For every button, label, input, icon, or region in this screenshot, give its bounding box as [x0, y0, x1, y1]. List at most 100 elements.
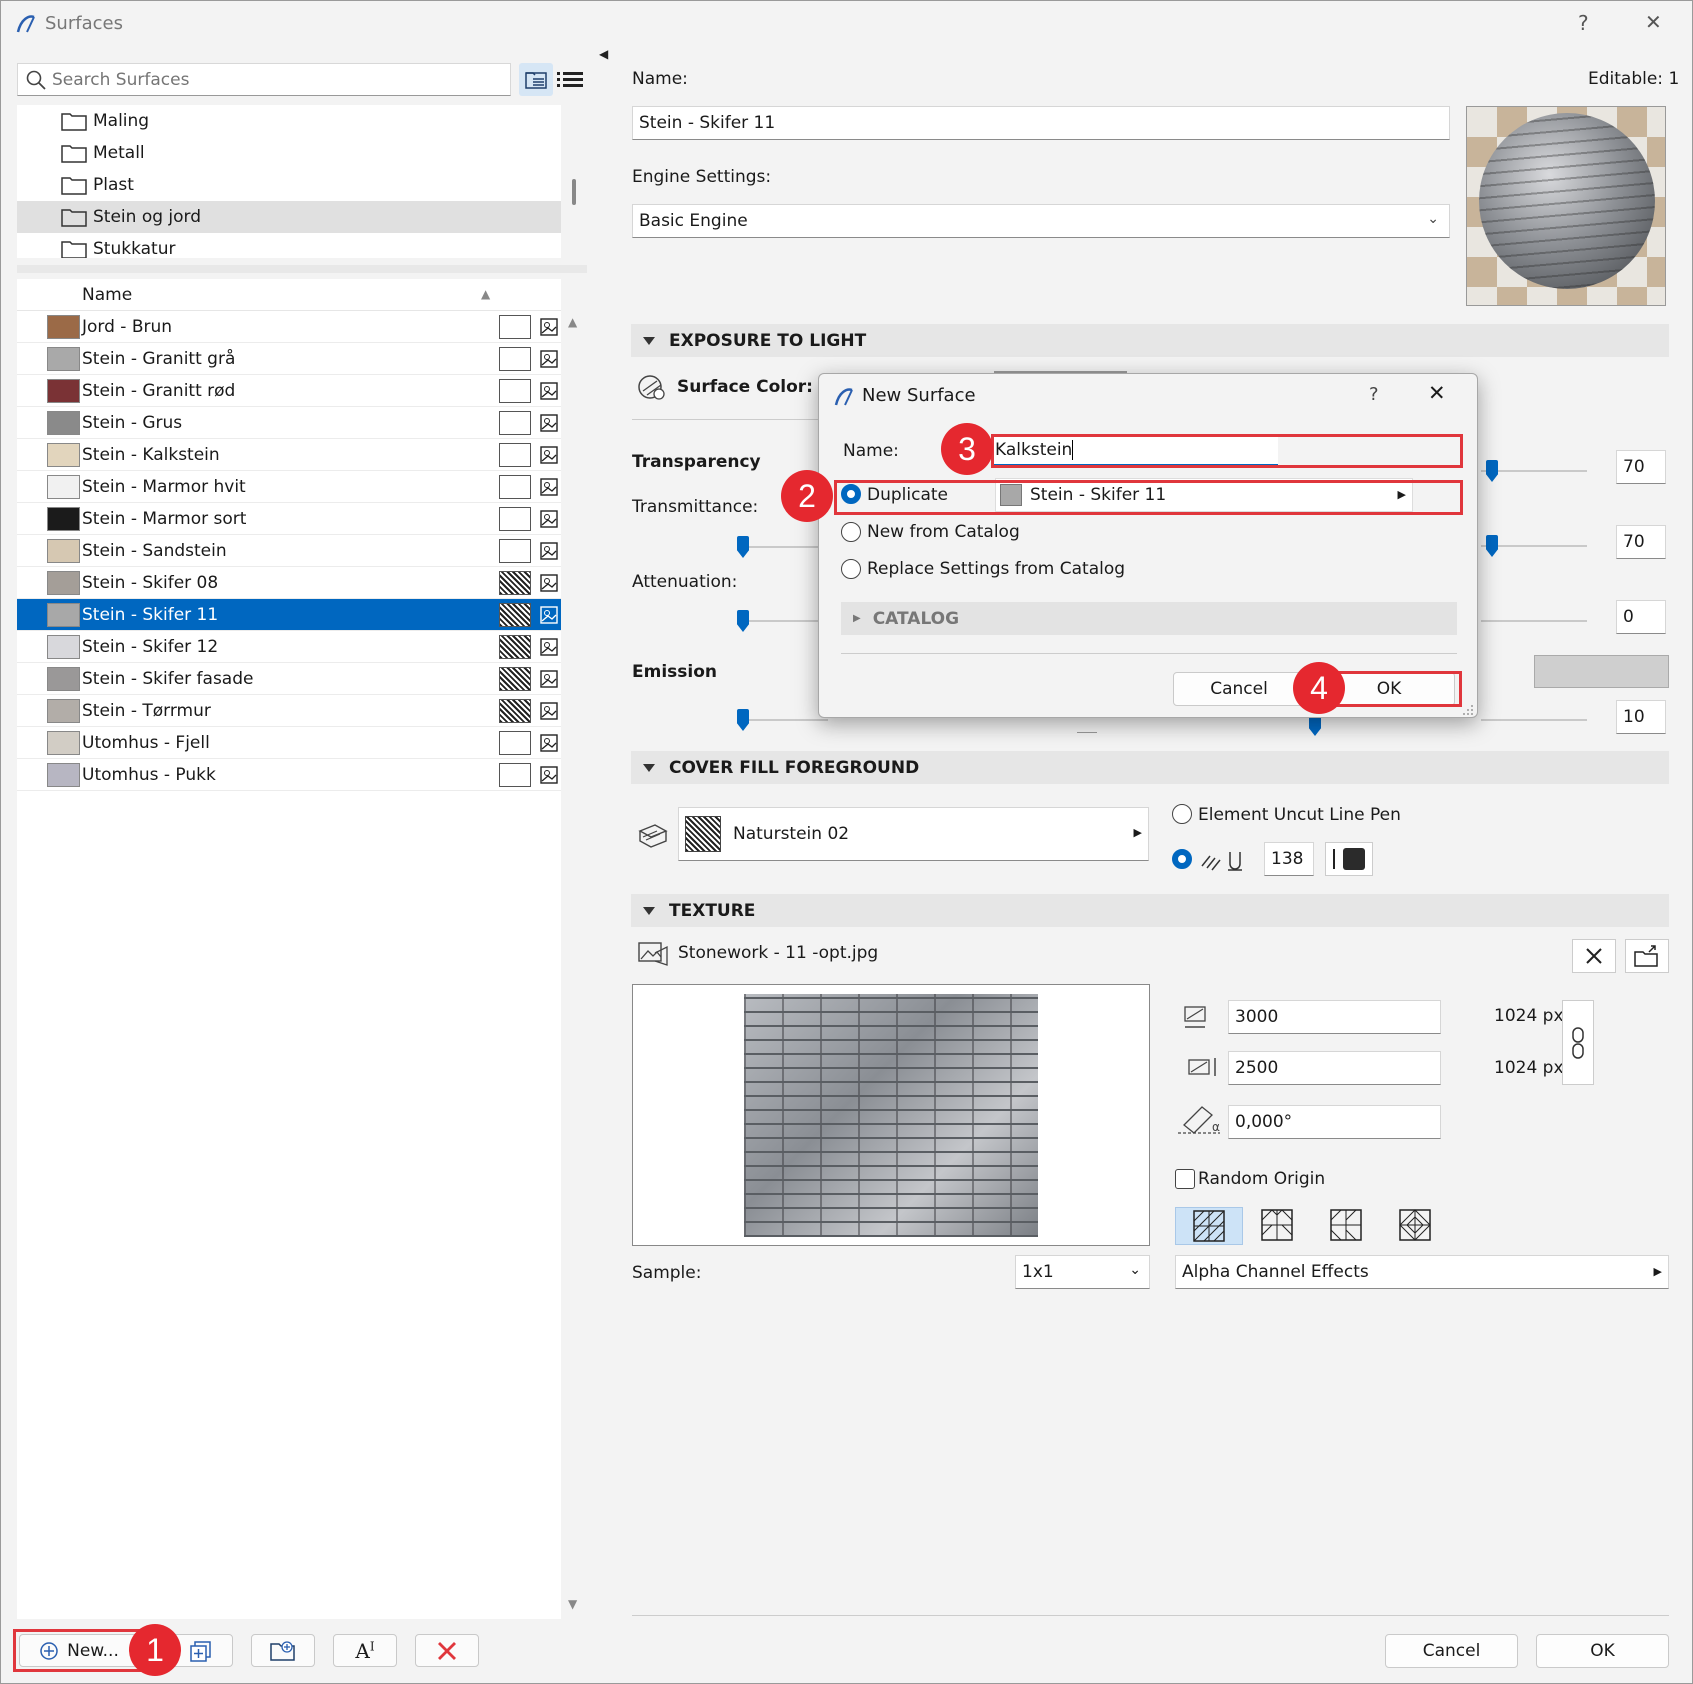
scroll-up-icon[interactable]: ▲: [568, 315, 577, 329]
surface-row[interactable]: Utomhus - Fjell: [17, 727, 561, 759]
pen-color-button[interactable]: [1325, 842, 1373, 876]
surface-row[interactable]: Stein - Kalkstein: [17, 439, 561, 471]
cancel-button[interactable]: Cancel: [1385, 1634, 1518, 1668]
emission-slider[interactable]: [743, 719, 828, 721]
catalog-section-header[interactable]: ▶ CATALOG: [841, 602, 1457, 635]
sort-ascending-icon: ▲: [481, 287, 491, 301]
search-box[interactable]: [17, 63, 511, 96]
material-preview: [1466, 106, 1666, 306]
cover-fill-section-header[interactable]: COVER FILL FOREGROUND: [631, 751, 1669, 784]
dialog-close-button[interactable]: ✕: [1428, 381, 1446, 405]
surface-row[interactable]: Stein - Granitt grå: [17, 343, 561, 375]
transmittance-value[interactable]: 70: [1616, 525, 1666, 559]
attenuation-value[interactable]: 0: [1616, 600, 1666, 634]
remove-texture-button[interactable]: [1572, 939, 1616, 973]
delete-button[interactable]: [415, 1634, 479, 1667]
texture-icon: [638, 942, 668, 966]
fill-pattern-cell: [499, 699, 531, 723]
folder-item[interactable]: Plast: [17, 169, 561, 201]
new-folder-button[interactable]: [251, 1634, 315, 1667]
mirror-option-2[interactable]: [1261, 1209, 1293, 1246]
highlight-box: [13, 1629, 147, 1672]
help-button[interactable]: ?: [1578, 11, 1589, 35]
surface-row[interactable]: Stein - Skifer fasade: [17, 663, 561, 695]
fill-pattern-cell: [499, 571, 531, 595]
catalog-title: CATALOG: [872, 608, 960, 629]
surface-row[interactable]: Jord - Brun: [17, 311, 561, 343]
link-proportions-button[interactable]: [1562, 1000, 1594, 1085]
surface-row[interactable]: Stein - Skifer 08: [17, 567, 561, 599]
cover-fill-select[interactable]: Naturstein 02 ▶: [678, 807, 1149, 861]
random-origin-checkbox[interactable]: [1175, 1169, 1195, 1189]
close-window-button[interactable]: ✕: [1645, 10, 1662, 34]
surface-row[interactable]: Utomhus - Pukk: [17, 759, 561, 791]
surfaces-window: Surfaces ? ✕ Maling Metall Plast Stein o…: [0, 0, 1693, 1684]
surface-row[interactable]: Stein - Grus: [17, 407, 561, 439]
texture-height-field[interactable]: 2500: [1228, 1051, 1441, 1085]
replace-settings-radio[interactable]: [841, 559, 861, 579]
emission-color-swatch[interactable]: [1534, 655, 1669, 688]
dialog-help-button[interactable]: ?: [1369, 384, 1379, 405]
exposure-section-header[interactable]: EXPOSURE TO LIGHT: [631, 324, 1669, 357]
rename-button[interactable]: AI: [333, 1634, 397, 1667]
surface-row[interactable]: Stein - Granitt rød: [17, 375, 561, 407]
scroll-down-icon[interactable]: ▼: [568, 1597, 577, 1611]
step-badge-4: 4: [1293, 662, 1345, 714]
surface-name-field[interactable]: Stein - Skifer 11: [632, 106, 1450, 140]
slider-thumb[interactable]: [1486, 460, 1498, 482]
name-column-header[interactable]: Name: [82, 285, 132, 305]
mirror-option-3[interactable]: [1330, 1209, 1362, 1246]
title-bar: Surfaces ? ✕: [1, 1, 1692, 46]
list-header[interactable]: Name ▲: [17, 279, 561, 311]
emission-slider-right[interactable]: [1481, 719, 1587, 721]
new-from-catalog-radio[interactable]: [841, 522, 861, 542]
pen-number-field[interactable]: 138: [1264, 842, 1314, 876]
search-input[interactable]: [52, 68, 492, 92]
sample-select[interactable]: 1x1 ⌄: [1015, 1255, 1150, 1289]
tree-view-toggle[interactable]: [519, 63, 553, 96]
attenuation-slider[interactable]: [743, 620, 828, 622]
engine-select[interactable]: Basic Engine ⌄: [632, 204, 1450, 238]
surface-row[interactable]: Stein - Skifer 12: [17, 631, 561, 663]
delete-x-icon: [438, 1641, 456, 1660]
slider-thumb[interactable]: [737, 709, 749, 731]
folder-item[interactable]: Stukkatur: [17, 233, 561, 258]
fill-pattern-cell: [499, 603, 531, 627]
slider-thumb[interactable]: [1486, 535, 1498, 557]
ok-button[interactable]: OK: [1536, 1634, 1669, 1668]
mirror-option-4[interactable]: [1399, 1209, 1431, 1246]
splitter[interactable]: [17, 265, 587, 273]
mirror-option-1[interactable]: [1175, 1207, 1243, 1245]
folder-item[interactable]: Metall: [17, 137, 561, 169]
list-view-icon[interactable]: [557, 69, 583, 91]
uncut-pen-radio[interactable]: [1172, 804, 1192, 824]
texture-section-header[interactable]: TEXTURE: [631, 894, 1669, 927]
transparency-value[interactable]: 70: [1616, 450, 1666, 484]
load-texture-button[interactable]: [1625, 939, 1669, 973]
surface-row[interactable]: Stein - Tørrmur: [17, 695, 561, 727]
folder-tree-icon: [525, 72, 547, 89]
ok-label: OK: [1590, 1641, 1615, 1661]
surface-color-icon: [638, 375, 665, 400]
surface-row[interactable]: Stein - Marmor hvit: [17, 471, 561, 503]
slider-thumb[interactable]: [737, 610, 749, 632]
transmittance-slider[interactable]: [743, 546, 828, 548]
custom-pen-radio[interactable]: [1172, 849, 1192, 869]
attenuation-slider-right[interactable]: [1481, 620, 1587, 622]
slider-thumb[interactable]: [737, 536, 749, 558]
surface-row[interactable]: Stein - Sandstein: [17, 535, 561, 567]
folder-scrollbar[interactable]: [572, 179, 576, 205]
emission-value[interactable]: 10: [1616, 700, 1666, 734]
surface-row[interactable]: Stein - Marmor sort: [17, 503, 561, 535]
folder-item[interactable]: Maling: [17, 105, 561, 137]
alpha-effects-select[interactable]: Alpha Channel Effects ▶: [1175, 1255, 1669, 1289]
divider: [632, 1615, 1669, 1616]
collapse-arrow-icon[interactable]: ◀: [599, 47, 608, 61]
dialog-cancel-button[interactable]: Cancel: [1173, 672, 1305, 706]
resize-grip-icon[interactable]: [1462, 704, 1474, 716]
texture-width-field[interactable]: 3000: [1228, 1000, 1441, 1034]
surface-row[interactable]: Stein - Skifer 11: [17, 599, 561, 631]
folder-label: Plast: [93, 175, 134, 195]
folder-item-selected[interactable]: Stein og jord: [17, 201, 561, 233]
texture-angle-field[interactable]: 0,000°: [1228, 1105, 1441, 1139]
